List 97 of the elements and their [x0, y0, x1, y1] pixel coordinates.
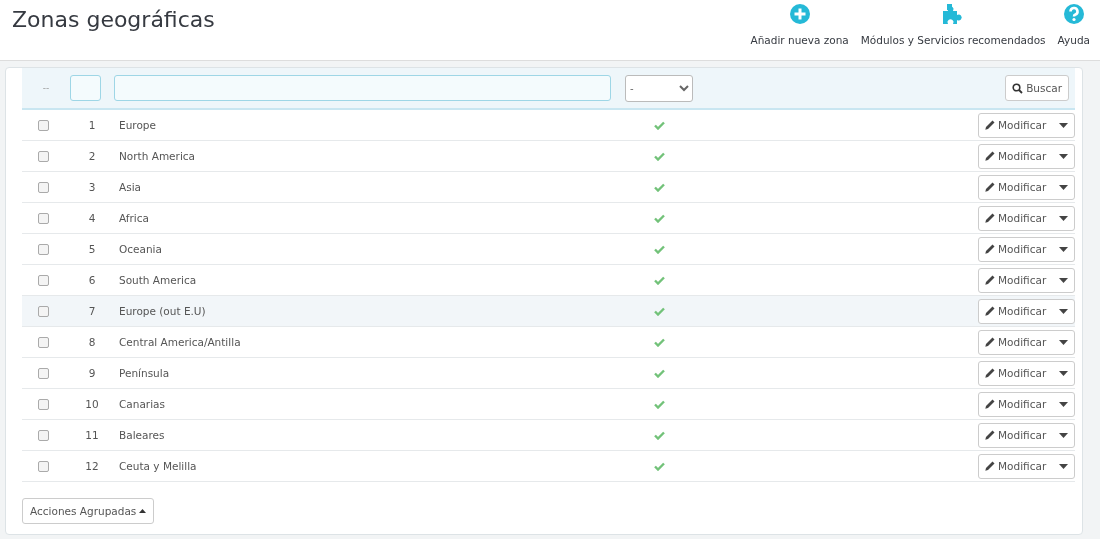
modify-button[interactable]: Modificar — [978, 174, 1075, 200]
table-cell-text: 3 — [87, 181, 97, 193]
caret-icon — [1059, 153, 1068, 159]
row-checkbox[interactable] — [38, 460, 49, 472]
modify-button[interactable]: Modificar — [978, 298, 1075, 324]
active-filter-select[interactable]: - — [625, 74, 693, 102]
row-checkbox[interactable] — [38, 212, 49, 224]
modify-button[interactable]: Modificar — [978, 267, 1075, 293]
caret-icon — [1059, 215, 1068, 221]
table-cell-text: North America — [119, 150, 197, 162]
name-filter-field[interactable] — [114, 75, 611, 101]
pencil-icon — [985, 275, 995, 285]
row-checkbox[interactable] — [38, 274, 49, 286]
table-cell-text: 8 — [87, 336, 97, 348]
row-checkbox[interactable] — [38, 150, 49, 162]
modify-button[interactable]: Modificar — [978, 391, 1075, 417]
table-cell-text: Asia — [119, 181, 142, 193]
table-cell-text: 5 — [87, 243, 97, 255]
row-checkbox[interactable] — [38, 119, 49, 131]
pencil-icon — [985, 368, 995, 378]
table-cell-text: Africa — [119, 212, 150, 224]
caret-icon — [1059, 277, 1068, 283]
add-icon — [788, 3, 811, 25]
pencil-icon — [985, 213, 995, 223]
table-cell-text: 7 — [87, 305, 97, 317]
table-cell-text: 11 — [84, 429, 100, 441]
help-toolbar-button[interactable]: Ayuda — [1053, 0, 1094, 49]
search-icon — [1012, 82, 1024, 94]
table-cell-text: 1 — [87, 119, 97, 131]
table-cell-text: 2 — [87, 150, 97, 162]
pencil-icon — [985, 120, 995, 130]
modify-button[interactable]: Modificar — [978, 112, 1075, 138]
add-toolbar-button[interactable]: Añadir nueva zona — [746, 0, 853, 49]
modify-button[interactable]: Modificar — [978, 143, 1075, 169]
table-cell-text: 12 — [84, 460, 100, 472]
table-row[interactable]: 7 Europe (out E.U) Modificar — [22, 296, 1075, 327]
caret-icon — [139, 509, 147, 513]
table-cell-text: Oceania — [119, 243, 163, 255]
row-checkbox[interactable] — [38, 367, 49, 379]
table-cell-text: Península — [119, 367, 171, 379]
pencil-icon — [985, 151, 995, 161]
pencil-icon — [985, 430, 995, 440]
table-cell-text: 9 — [87, 367, 97, 379]
table-cell-text: Europe — [119, 119, 157, 131]
pencil-icon — [985, 306, 995, 316]
modify-button[interactable]: Modificar — [978, 453, 1075, 479]
modify-button[interactable]: Modificar — [978, 422, 1075, 448]
help-icon — [1062, 3, 1085, 25]
search-button[interactable]: Buscar — [1005, 75, 1069, 101]
table-row[interactable]: 9 Península Modificar — [22, 358, 1075, 389]
table-cell-text: 10 — [84, 398, 100, 410]
id-filter-field[interactable] — [70, 75, 101, 101]
row-checkbox[interactable] — [38, 398, 49, 410]
table-cell-text: Europe (out E.U) — [119, 305, 207, 317]
bulk-actions-button[interactable]: Acciones Agrupadas — [22, 498, 155, 524]
caret-icon — [1059, 122, 1068, 128]
table-row[interactable]: 5 Oceania Modificar — [22, 234, 1075, 265]
caret-icon — [1059, 401, 1068, 407]
modify-button[interactable]: Modificar — [978, 360, 1075, 386]
pencil-icon — [985, 399, 995, 409]
caret-icon — [1059, 246, 1068, 252]
table-row[interactable]: 12 Ceuta y Melilla Modificar — [22, 451, 1075, 482]
table-row[interactable]: 3 Asia Modificar — [22, 172, 1075, 203]
caret-icon — [1059, 432, 1068, 438]
caret-icon — [1059, 339, 1068, 345]
modules-toolbar-button[interactable]: Módulos y Servicios recomendados — [856, 0, 1050, 49]
table-row[interactable]: 11 Baleares Modificar — [22, 420, 1075, 451]
caret-icon — [1059, 308, 1068, 314]
page-title: Zonas geográficas — [12, 7, 215, 34]
row-checkbox[interactable] — [38, 429, 49, 441]
modify-button[interactable]: Modificar — [978, 236, 1075, 262]
table-cell-text: Baleares — [119, 429, 166, 441]
row-checkbox[interactable] — [38, 181, 49, 193]
modify-button[interactable]: Modificar — [978, 205, 1075, 231]
pencil-icon — [985, 337, 995, 347]
table-row[interactable]: 10 Canarias Modificar — [22, 389, 1075, 420]
table-cell-text: Canarias — [119, 398, 166, 410]
caret-icon — [1059, 184, 1068, 190]
table-row[interactable]: 8 Central America/Antilla Modificar — [22, 327, 1075, 358]
pencil-icon — [985, 244, 995, 254]
table-cell-text: 6 — [87, 274, 97, 286]
modify-button[interactable]: Modificar — [978, 329, 1075, 355]
caret-icon — [1059, 370, 1068, 376]
table-cell-text: 4 — [87, 212, 97, 224]
table-row[interactable]: 2 North America Modificar — [22, 141, 1075, 172]
pencil-icon — [985, 182, 995, 192]
table-row[interactable]: 4 Africa Modificar — [22, 203, 1075, 234]
table-cell-text: Central America/Antilla — [119, 336, 242, 348]
row-checkbox[interactable] — [38, 336, 49, 348]
table-cell-text: Ceuta y Melilla — [119, 460, 198, 472]
table-cell-text: South America — [119, 274, 198, 286]
table-row[interactable]: 1 Europe Modificar — [22, 110, 1075, 141]
row-checkbox[interactable] — [38, 243, 49, 255]
pencil-icon — [985, 461, 995, 471]
bulk-marker: -- — [41, 83, 51, 93]
row-checkbox[interactable] — [38, 305, 49, 317]
caret-icon — [1059, 463, 1068, 469]
